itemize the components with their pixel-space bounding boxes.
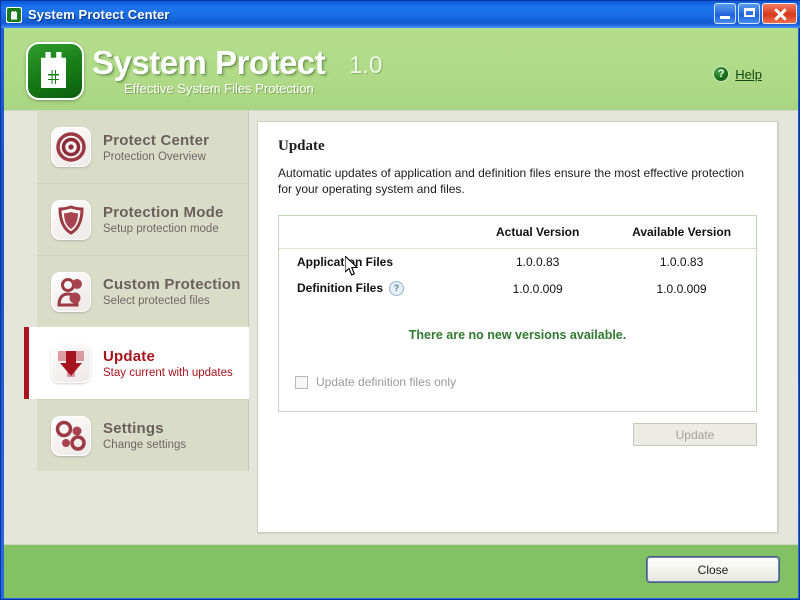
- window-controls: [714, 3, 797, 24]
- title-bar: System Protect Center: [1, 1, 800, 28]
- brand-tagline: Effective System Files Protection: [124, 81, 314, 96]
- sidebar-item-title: Protection Mode: [103, 204, 224, 221]
- close-window-button[interactable]: [762, 3, 797, 24]
- column-header-blank: [279, 216, 469, 249]
- sidebar-item-protect-center[interactable]: Protect Center Protection Overview: [37, 111, 249, 183]
- target-icon: [51, 127, 91, 167]
- row-actual-version: 1.0.0.009: [512, 281, 563, 296]
- table-header-row: Actual Version Available Version: [279, 216, 756, 249]
- sidebar-item-protection-mode[interactable]: Protection Mode Setup protection mode: [37, 183, 249, 255]
- help-link[interactable]: ? Help: [713, 66, 762, 82]
- sidebar-item-subtitle: Change settings: [103, 439, 187, 451]
- person-lock-icon: [51, 271, 91, 312]
- sidebar-navigation: Protect Center Protection Overview Prote…: [24, 111, 249, 545]
- maximize-button[interactable]: [738, 3, 760, 24]
- minimize-button[interactable]: [714, 3, 736, 24]
- row-actual-version: 1.0.0.83: [515, 255, 560, 269]
- sidebar-item-title: Custom Protection: [103, 276, 241, 293]
- update-definition-only-row[interactable]: Update definition files only: [295, 375, 456, 389]
- page-title: Update: [278, 138, 325, 154]
- question-mark-icon: ?: [713, 66, 730, 82]
- row-label-application-files: Application Files: [297, 255, 394, 269]
- table-row: Definition Files? 1.0.0.009 1.0.0.009: [279, 275, 756, 302]
- main-area: Protect Center Protection Overview Prote…: [4, 111, 798, 545]
- app-body: System Protect 1.0 Effective System File…: [4, 28, 798, 598]
- version-table-box: Actual Version Available Version Applica…: [278, 215, 757, 412]
- sidebar-item-subtitle: Setup protection mode: [103, 223, 219, 235]
- gears-icon: [51, 415, 91, 456]
- sidebar-item-update[interactable]: Update Stay current with updates: [24, 327, 249, 399]
- close-button[interactable]: Close: [646, 556, 780, 583]
- version-table: Actual Version Available Version Applica…: [279, 216, 756, 302]
- table-row: Application Files 1.0.0.83 1.0.0.83: [279, 249, 756, 276]
- update-definition-only-checkbox[interactable]: [295, 375, 308, 389]
- row-label-definition-files: Definition Files: [297, 281, 384, 295]
- row-available-version: 1.0.0.009: [656, 281, 707, 296]
- castle-icon: [6, 6, 22, 23]
- row-label-definition-files-cell: Definition Files?: [279, 275, 468, 302]
- sidebar-item-settings[interactable]: Settings Change settings: [37, 399, 249, 471]
- update-definition-only-label: Update definition files only: [316, 375, 457, 389]
- status-message: There are no new versions available.: [408, 328, 627, 343]
- row-available-version: 1.0.0.83: [659, 255, 704, 269]
- help-label: Help: [735, 66, 762, 82]
- shield-icon: [51, 199, 91, 240]
- definition-files-help-icon[interactable]: ?: [389, 281, 405, 297]
- update-button[interactable]: Update: [633, 423, 757, 446]
- application-window: System Protect Center System Protect 1.0…: [0, 0, 800, 600]
- sidebar-item-subtitle: Protection Overview: [103, 150, 206, 163]
- brand-version: 1.0: [349, 52, 383, 79]
- download-arrow-icon: [51, 343, 91, 383]
- sidebar-item-title: Protect Center: [103, 131, 210, 149]
- column-header-available: Available Version: [607, 216, 756, 249]
- footer-bar: Close: [4, 544, 798, 598]
- column-header-actual: Actual Version: [468, 216, 608, 249]
- content-panel: Update Automatic updates of application …: [257, 121, 778, 533]
- sidebar-item-subtitle: Select protected files: [103, 295, 210, 307]
- window-title: System Protect Center: [28, 7, 170, 22]
- brand-header: System Protect 1.0 Effective System File…: [4, 28, 798, 111]
- app-logo-icon: [26, 42, 84, 100]
- page-description: Automatic updates of application and def…: [278, 166, 745, 196]
- brand-name: System Protect: [92, 44, 326, 81]
- sidebar-item-title: Update: [103, 347, 156, 365]
- sidebar-item-title: Settings: [103, 420, 164, 437]
- sidebar-item-custom-protection[interactable]: Custom Protection Select protected files: [37, 255, 249, 327]
- sidebar-item-subtitle: Stay current with updates: [103, 366, 233, 379]
